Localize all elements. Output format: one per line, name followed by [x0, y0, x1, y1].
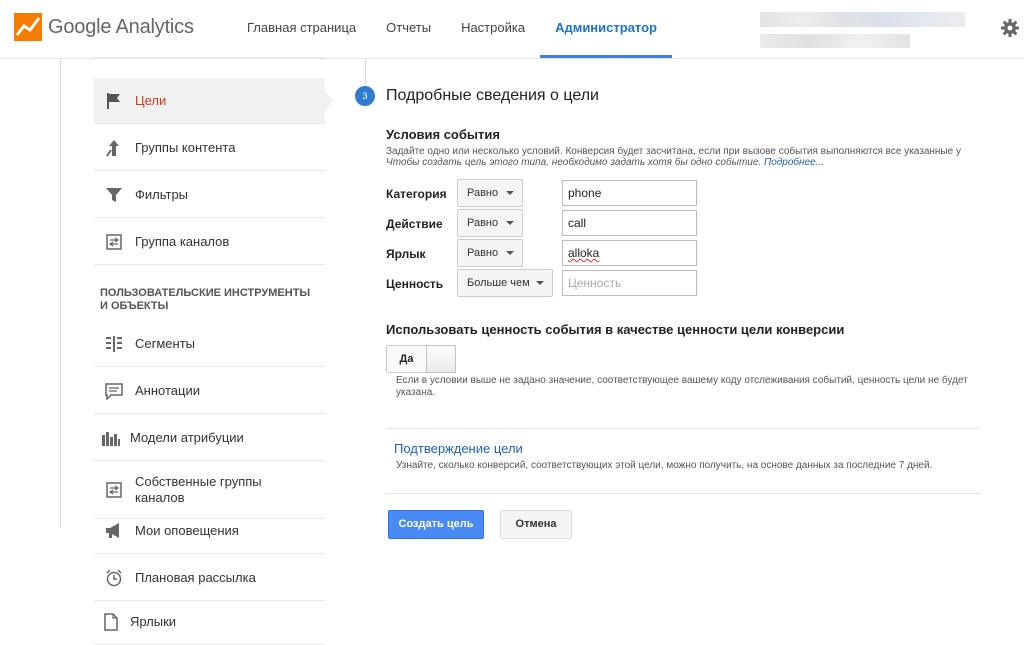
- sidebar-item-label: Аннотации: [135, 383, 200, 398]
- toggle-knob: [426, 345, 456, 373]
- select-value: Равно: [467, 247, 499, 259]
- sidebar-item-label: Группы контента: [135, 140, 236, 155]
- use-value-title: Использовать ценность события в качестве…: [386, 322, 845, 337]
- conditions-description: Задайте одно или несколько условий. Конв…: [386, 146, 961, 157]
- sidebar-item-label: Модели атрибуции: [130, 430, 244, 445]
- sidebar-item-content-groups[interactable]: Группы контента: [94, 125, 325, 171]
- sidebar-item-label: Собственные группы каналов: [135, 474, 262, 505]
- verify-goal-description: Узнайте, сколько конверсий, соответствую…: [396, 460, 933, 471]
- value-label: Ценность: [386, 277, 444, 291]
- nav-reports[interactable]: Отчеты: [371, 0, 446, 58]
- category-value-input[interactable]: phone: [562, 180, 697, 206]
- section-heading: ПОЛЬЗОВАТЕЛЬСКИЕ ИНСТРУМЕНТЫ И ОБЪЕКТЫ: [100, 287, 311, 312]
- account-email-blurred: [760, 34, 910, 48]
- sidebar-item-goals[interactable]: Цели: [94, 78, 325, 124]
- content-groups-icon: [103, 137, 125, 159]
- step-title: Подробные сведения о цели: [386, 87, 599, 104]
- sidebar-item-attribution-models[interactable]: Модели атрибуции: [94, 415, 325, 461]
- select-value: Равно: [467, 187, 499, 199]
- sidebar-item-label: Ярлыки: [130, 614, 177, 629]
- account-selector[interactable]: [760, 10, 965, 50]
- attribution-icon: [100, 427, 122, 449]
- gear-icon[interactable]: [1000, 18, 1020, 38]
- sidebar-item-shortcuts[interactable]: Ярлыки: [94, 599, 325, 645]
- channel-group-icon: [103, 231, 125, 253]
- sidebar-item-my-alerts[interactable]: Мои оповещения: [94, 508, 325, 554]
- megaphone-icon: [103, 520, 125, 542]
- selected-item-pointer: [325, 91, 333, 111]
- sidebar-item-label: Цели: [135, 93, 167, 108]
- flag-icon: [103, 90, 125, 112]
- document-icon: [100, 611, 122, 633]
- goal-details-panel: 3 Подробные сведения о цели Условия собы…: [340, 58, 1024, 645]
- custom-channel-icon: [103, 479, 125, 501]
- use-value-note: Если в условии выше не задано значение, …: [396, 375, 968, 398]
- filter-icon: [103, 184, 125, 206]
- more-info-link[interactable]: Подробнее...: [764, 157, 824, 168]
- conditions-hint: Чтобы создать цель этого типа, необходим…: [386, 157, 824, 168]
- use-value-toggle[interactable]: Да: [386, 345, 456, 373]
- sidebar-item-label: Мои оповещения: [135, 523, 239, 538]
- category-label: Категория: [386, 187, 447, 201]
- value-input[interactable]: Ценность: [562, 270, 697, 296]
- category-operator-select[interactable]: Равно: [457, 179, 523, 207]
- annotations-icon: [103, 380, 125, 402]
- chevron-down-icon: [506, 251, 514, 255]
- sidebar-item-label: Группа каналов: [135, 234, 230, 249]
- alarm-clock-icon: [103, 567, 125, 589]
- divider: [386, 493, 980, 494]
- conditions-hint-text: Чтобы создать цель этого типа, необходим…: [386, 157, 762, 168]
- label-label: Ярлык: [386, 247, 426, 261]
- sidebar-item-label: Фильтры: [135, 187, 189, 202]
- nav-customization[interactable]: Настройка: [446, 0, 540, 58]
- admin-sidebar: Цели Группы контента Фильтры Группа кана…: [94, 57, 325, 645]
- nav-admin[interactable]: Администратор: [540, 0, 672, 58]
- sidebar-item-label: Плановая рассылка: [135, 570, 256, 585]
- account-name-blurred: [760, 12, 965, 27]
- sidebar-divider-line: [60, 58, 61, 528]
- sidebar-item-channel-group[interactable]: Группа каналов: [94, 219, 325, 265]
- create-goal-button[interactable]: Создать цель: [388, 510, 484, 539]
- sidebar-item-annotations[interactable]: Аннотации: [94, 368, 325, 414]
- sidebar-item-label: Сегменты: [135, 336, 196, 351]
- select-value: Равно: [467, 217, 499, 229]
- verify-goal-link[interactable]: Подтверждение цели: [394, 441, 523, 456]
- sidebar-item-segments[interactable]: Сегменты: [94, 321, 325, 367]
- chevron-down-icon: [506, 191, 514, 195]
- step-number-badge: 3: [355, 86, 375, 106]
- divider: [386, 428, 980, 429]
- conditions-title: Условия события: [386, 127, 500, 142]
- chevron-down-icon: [536, 281, 544, 285]
- sidebar-item-cutoff[interactable]: [94, 36, 325, 58]
- select-value: Больше чем: [467, 277, 530, 289]
- label-value-input[interactable]: alloka: [562, 240, 697, 266]
- analytics-logo-icon: [14, 13, 42, 41]
- label-operator-select[interactable]: Равно: [457, 239, 523, 267]
- action-label: Действие: [386, 217, 443, 231]
- sidebar-item-scheduled-emails[interactable]: Плановая рассылка: [94, 555, 325, 601]
- label-value-text: alloka: [568, 246, 600, 260]
- sidebar-item-filters[interactable]: Фильтры: [94, 172, 325, 218]
- action-operator-select[interactable]: Равно: [457, 209, 523, 237]
- cancel-button[interactable]: Отмена: [500, 510, 572, 539]
- toggle-label: Да: [387, 346, 426, 372]
- action-value-input[interactable]: call: [562, 210, 697, 236]
- segments-icon: [103, 333, 125, 355]
- chevron-down-icon: [506, 221, 514, 225]
- value-operator-select[interactable]: Больше чем: [457, 269, 553, 297]
